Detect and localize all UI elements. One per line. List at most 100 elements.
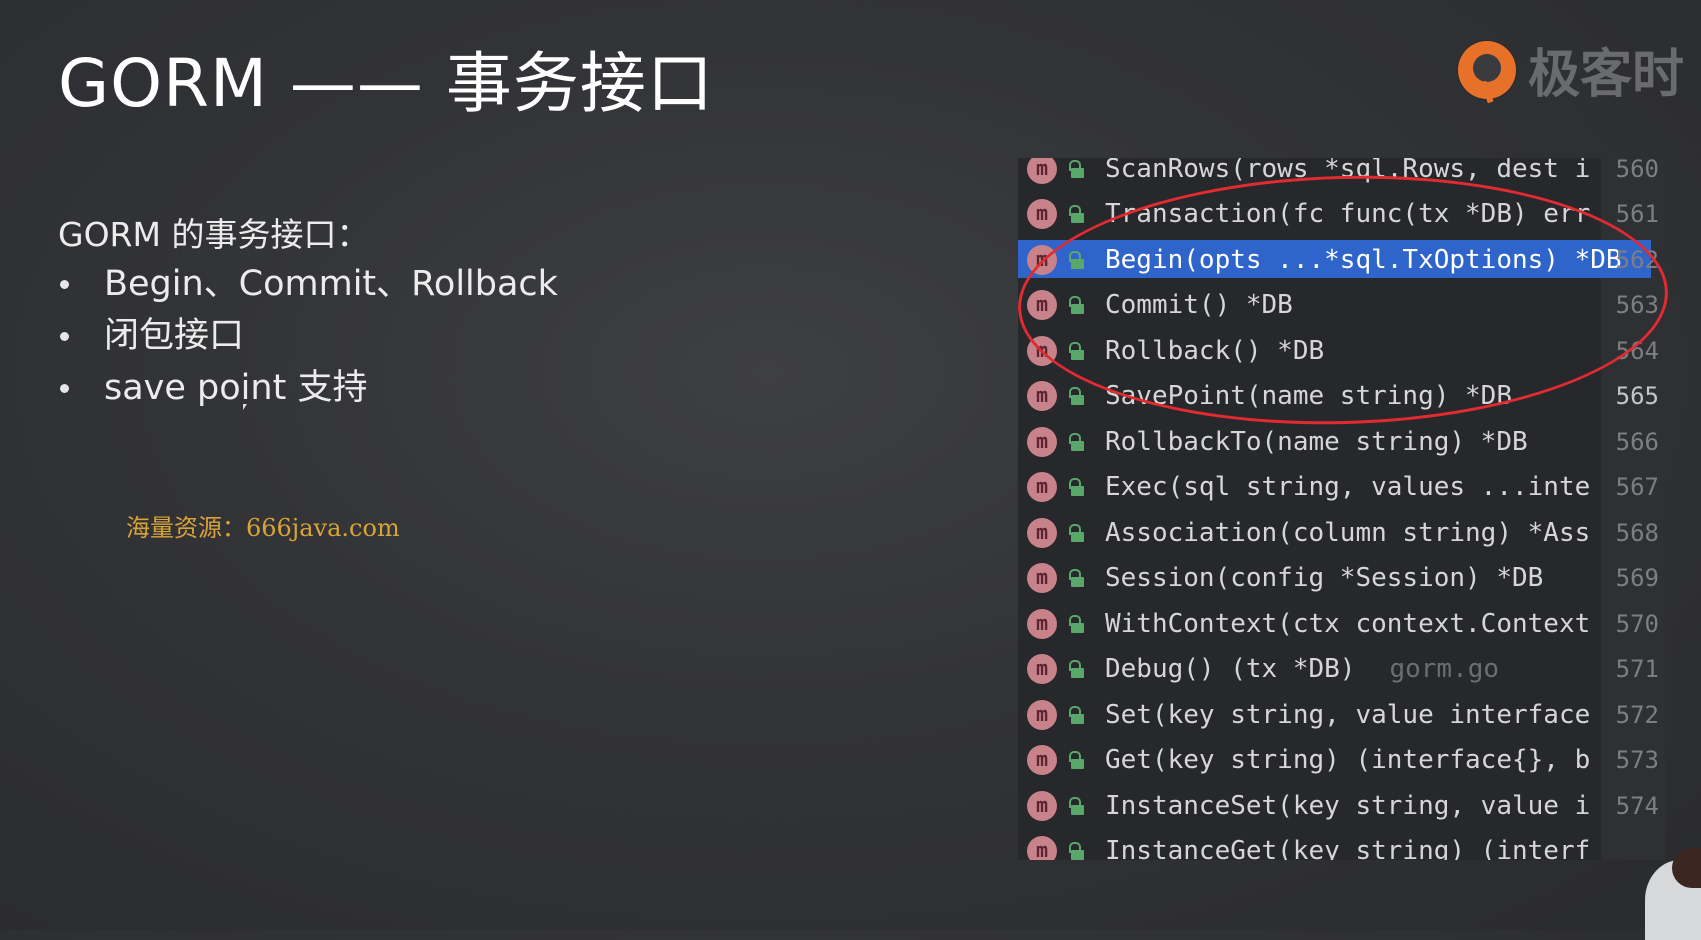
- completion-item[interactable]: m Rollback() *DB 564: [1018, 328, 1665, 373]
- public-access-icon: [1068, 296, 1084, 314]
- completion-item[interactable]: m InstanceSet(key string, value i 574: [1018, 783, 1665, 828]
- line-number: 560: [1615, 158, 1659, 183]
- public-access-icon: [1068, 205, 1084, 223]
- public-access-icon: [1068, 751, 1084, 769]
- bullet-dot-icon: [60, 332, 69, 341]
- public-access-icon: [1068, 478, 1084, 496]
- public-access-icon: [1068, 523, 1084, 542]
- method-signature: Transaction(fc func(tx *DB) err: [1105, 199, 1625, 229]
- completion-item[interactable]: m Begin(opts ...*sql.TxOptions) *DB 562: [1018, 237, 1665, 282]
- signature-text: Exec(sql string, values ...inte: [1105, 472, 1591, 502]
- public-access-icon: [1068, 660, 1084, 678]
- signature-text: Rollback() *DB: [1105, 335, 1325, 366]
- brand-logo: 极客时: [1458, 32, 1684, 107]
- method-icon: m: [1027, 836, 1057, 860]
- completion-item[interactable]: m Association(column string) *Ass 568: [1018, 510, 1665, 555]
- method-icon: m: [1027, 244, 1057, 275]
- method-icon: m: [1027, 199, 1057, 229]
- public-access-icon: [1068, 432, 1084, 451]
- public-access-icon: [1068, 341, 1084, 360]
- method-icon: m: [1027, 381, 1057, 411]
- mouse-cursor-icon: [243, 404, 247, 410]
- signature-text: InstanceSet(key string, value i: [1105, 790, 1591, 821]
- line-number: 572: [1615, 700, 1659, 729]
- completion-item[interactable]: m Transaction(fc func(tx *DB) err 561: [1018, 192, 1665, 237]
- line-number: 564: [1615, 336, 1659, 365]
- line-number: 573: [1615, 746, 1659, 774]
- completion-item[interactable]: m RollbackTo(name string) *DB 566: [1018, 419, 1665, 464]
- signature-text: Get(key string) (interface{}, b: [1105, 745, 1591, 775]
- line-number: 566: [1615, 427, 1659, 456]
- method-signature: InstanceGet(key string) (interf: [1105, 836, 1625, 860]
- method-icon: m: [1027, 290, 1057, 320]
- method-signature: Begin(opts ...*sql.TxOptions) *DB: [1105, 245, 1665, 275]
- bullet-dot-icon: [60, 280, 69, 289]
- public-access-icon: [1068, 159, 1084, 178]
- line-number: 569: [1615, 564, 1659, 592]
- method-icon: m: [1027, 790, 1057, 821]
- watermark-text: 海量资源：666java.com: [126, 514, 400, 542]
- public-access-icon: [1068, 796, 1084, 815]
- signature-text: Debug() (tx *DB): [1105, 654, 1356, 684]
- slide-title: GORM —— 事务接口: [58, 45, 714, 122]
- method-signature: Rollback() *DB: [1105, 336, 1625, 366]
- bullet-item: save point 支持: [58, 362, 558, 414]
- method-icon: m: [1027, 426, 1057, 457]
- method-icon: m: [1027, 472, 1057, 502]
- bullet-text: 闭包接口: [104, 316, 245, 356]
- line-number: 567: [1615, 473, 1659, 501]
- signature-text: RollbackTo(name string) *DB: [1105, 426, 1528, 457]
- method-signature: Debug() (tx *DB) gorm.go: [1105, 654, 1625, 684]
- completion-item[interactable]: m ScanRows(rows *sql.Rows, dest i 560: [1018, 158, 1665, 191]
- public-access-icon: [1068, 250, 1084, 269]
- line-number: 561: [1615, 200, 1659, 228]
- method-icon: m: [1027, 745, 1057, 775]
- method-signature: Commit() *DB: [1105, 290, 1625, 320]
- line-number: 563: [1615, 291, 1659, 319]
- signature-text: ScanRows(rows *sql.Rows, dest i: [1105, 158, 1591, 184]
- method-icon: m: [1027, 335, 1057, 366]
- line-number: 570: [1615, 609, 1659, 638]
- signature-text: Begin(opts ...*sql.TxOptions) *DB: [1105, 244, 1622, 275]
- method-icon: m: [1027, 699, 1057, 730]
- public-access-icon: [1068, 705, 1084, 724]
- signature-text: Session(config *Session) *DB: [1105, 563, 1544, 593]
- source-file-label: gorm.go: [1389, 654, 1500, 684]
- bullet-text: save point 支持: [104, 368, 368, 408]
- method-signature: Exec(sql string, values ...inte: [1105, 472, 1625, 502]
- public-access-icon: [1068, 569, 1084, 587]
- completion-item[interactable]: m WithContext(ctx context.Context 570: [1018, 601, 1665, 646]
- method-icon: m: [1027, 654, 1057, 684]
- method-signature: Set(key string, value interface: [1105, 700, 1625, 730]
- completion-item[interactable]: m Commit() *DB 563: [1018, 283, 1665, 328]
- method-signature: WithContext(ctx context.Context: [1105, 609, 1625, 639]
- method-signature: Association(column string) *Ass: [1105, 518, 1625, 548]
- signature-text: InstanceGet(key string) (interf: [1105, 836, 1591, 860]
- method-signature: Get(key string) (interface{}, b: [1105, 745, 1625, 775]
- signature-text: Commit() *DB: [1105, 290, 1293, 320]
- method-signature: InstanceSet(key string, value i: [1105, 791, 1625, 821]
- method-icon: m: [1027, 158, 1057, 184]
- line-number: 571: [1615, 655, 1659, 683]
- line-number: 562: [1615, 245, 1659, 274]
- public-access-icon: [1068, 387, 1084, 405]
- public-access-icon: [1068, 614, 1084, 633]
- signature-text: Transaction(fc func(tx *DB) err: [1105, 199, 1591, 229]
- completion-item[interactable]: m Session(config *Session) *DB 569: [1018, 556, 1665, 601]
- bullet-dot-icon: [60, 384, 69, 393]
- method-signature: ScanRows(rows *sql.Rows, dest i: [1105, 158, 1625, 184]
- method-signature: RollbackTo(name string) *DB: [1105, 427, 1625, 457]
- completion-item[interactable]: m Get(key string) (interface{}, b 573: [1018, 738, 1665, 783]
- completion-item[interactable]: m Debug() (tx *DB) gorm.go 571: [1018, 647, 1665, 692]
- line-number: 565: [1615, 382, 1659, 410]
- code-completion-popup[interactable]: m ScanRows(rows *sql.Rows, dest i 560 m Tran…: [1018, 158, 1665, 860]
- method-icon: m: [1027, 517, 1057, 548]
- completion-item[interactable]: m SavePoint(name string) *DB 565: [1018, 374, 1665, 419]
- completion-item[interactable]: m Exec(sql string, values ...inte 567: [1018, 465, 1665, 510]
- method-icon: m: [1027, 608, 1057, 639]
- completion-item[interactable]: m InstanceGet(key string) (interf: [1018, 829, 1665, 860]
- public-access-icon: [1068, 842, 1084, 860]
- logo-text: 极客时: [1528, 45, 1685, 105]
- method-signature: Session(config *Session) *DB: [1105, 563, 1625, 593]
- completion-item[interactable]: m Set(key string, value interface 572: [1018, 692, 1665, 737]
